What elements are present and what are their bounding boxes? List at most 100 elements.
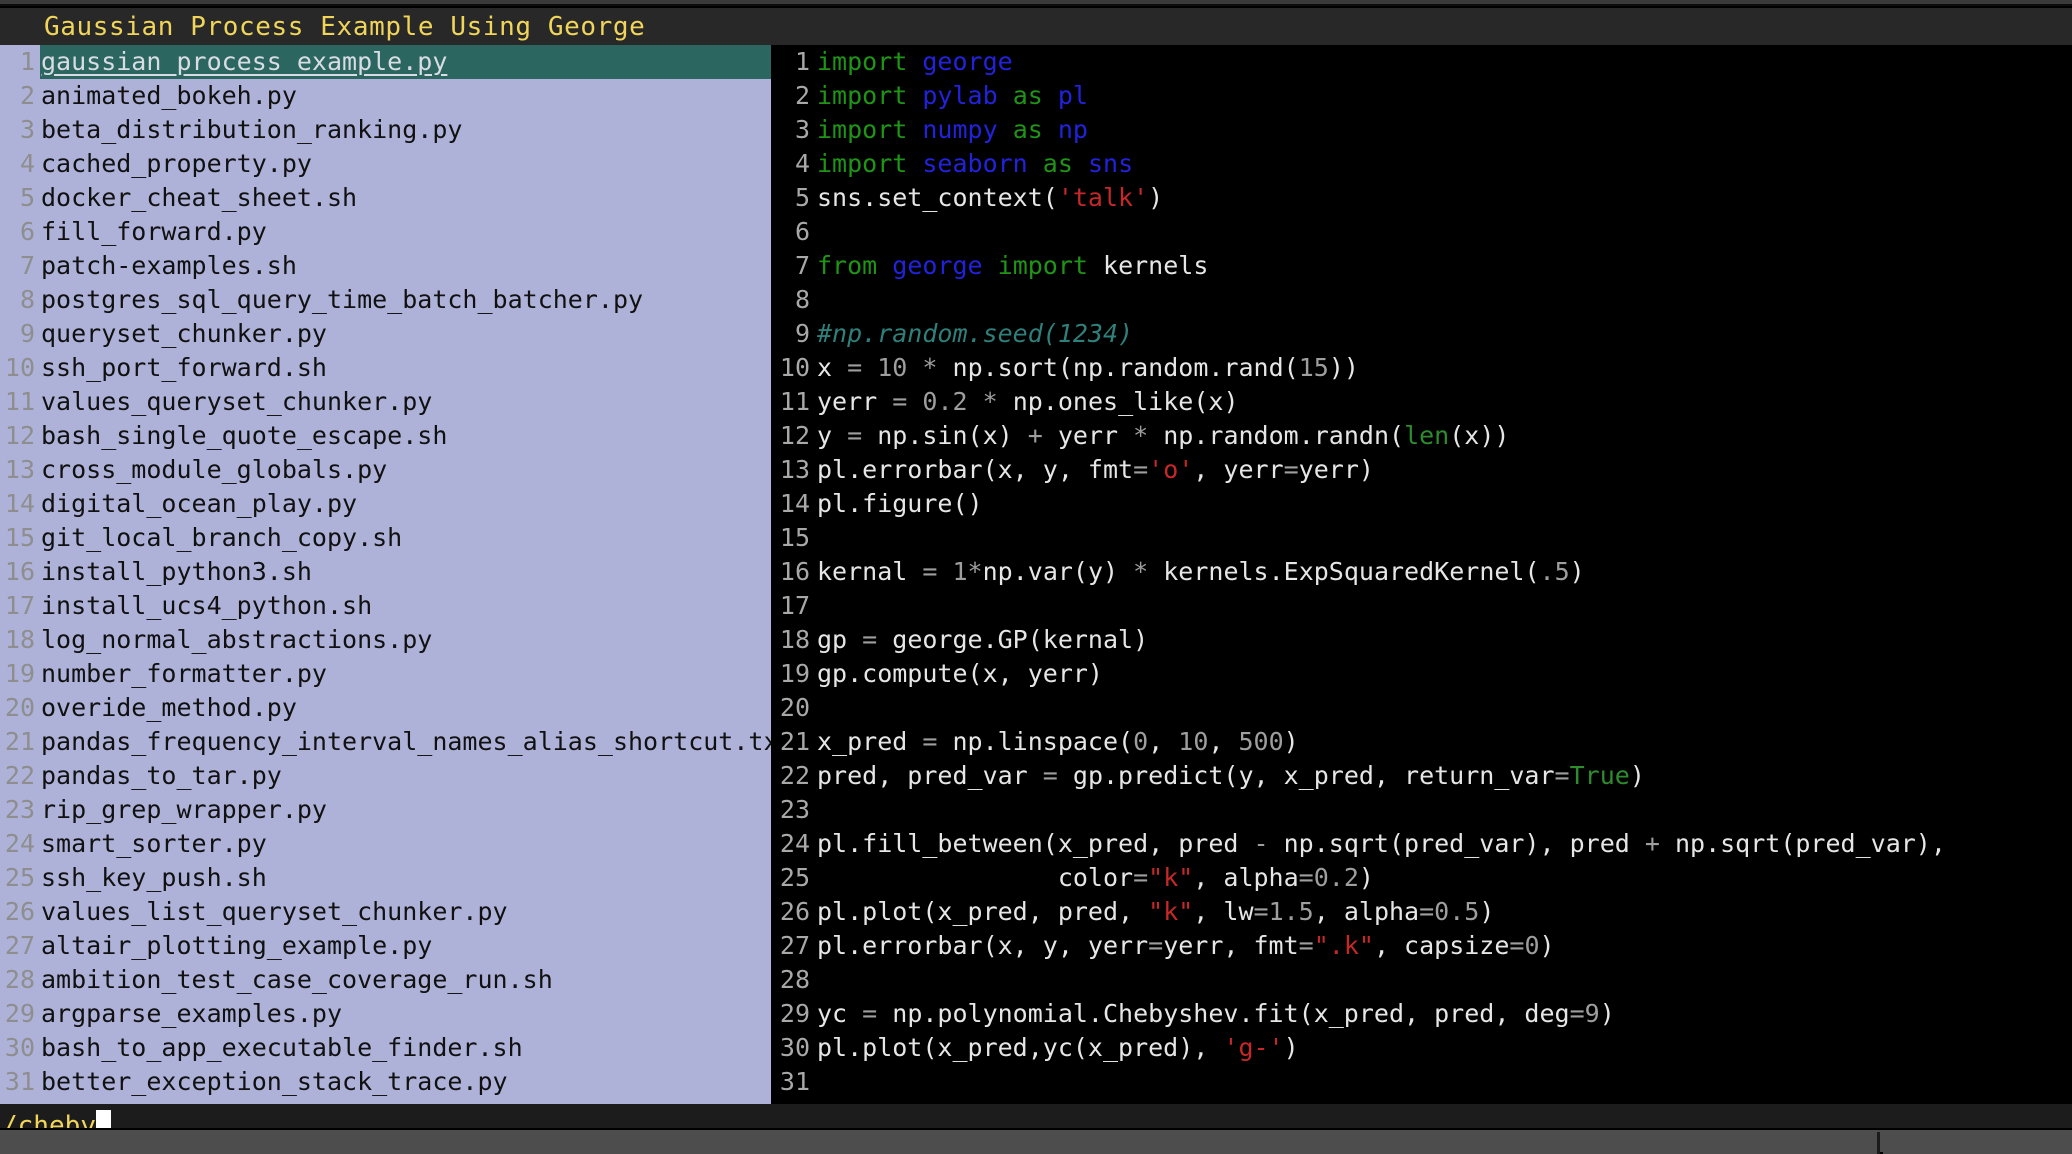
code-line[interactable]: 21x_pred = np.linspace(0, 10, 500) [771,725,2072,759]
code-line-content[interactable]: pl.fill_between(x_pred, pred - np.sqrt(p… [817,827,2072,861]
code-line[interactable]: 28 [771,963,2072,997]
code-line[interactable]: 29yc = np.polynomial.Chebyshev.fit(x_pre… [771,997,2072,1031]
code-line-content[interactable]: import pylab as pl [817,79,2072,113]
code-line-content[interactable]: color="k", alpha=0.2) [817,861,2072,895]
file-list-item[interactable]: 20overide_method.py [0,691,771,725]
file-list-item[interactable]: 14digital_ocean_play.py [0,487,771,521]
file-name[interactable]: bash_single_quote_escape.sh [40,419,771,453]
code-editor-pane[interactable]: 1import george2import pylab as pl3import… [771,45,2072,1104]
code-line[interactable]: 15 [771,521,2072,555]
file-list-item[interactable]: 4cached_property.py [0,147,771,181]
file-list-item[interactable]: 30bash_to_app_executable_finder.sh [0,1031,771,1065]
code-line[interactable]: 27pl.errorbar(x, y, yerr=yerr, fmt=".k",… [771,929,2072,963]
file-name[interactable]: install_python3.sh [40,555,771,589]
code-line-content[interactable]: x_pred = np.linspace(0, 10, 500) [817,725,2072,759]
code-line[interactable]: 20 [771,691,2072,725]
code-line[interactable]: 31 [771,1065,2072,1099]
code-line[interactable]: 3import numpy as np [771,113,2072,147]
file-name[interactable]: ssh_port_forward.sh [40,351,771,385]
file-list-item[interactable]: 15git_local_branch_copy.sh [0,521,771,555]
file-name[interactable]: values_list_queryset_chunker.py [40,895,771,929]
code-line-content[interactable]: gp.compute(x, yerr) [817,657,2072,691]
file-list-item[interactable]: 29argparse_examples.py [0,997,771,1031]
code-line[interactable]: 17 [771,589,2072,623]
file-list-item[interactable]: 18log_normal_abstractions.py [0,623,771,657]
file-list-item[interactable]: 11values_queryset_chunker.py [0,385,771,419]
file-name[interactable]: argparse_examples.py [40,997,771,1031]
file-list-item[interactable]: 16install_python3.sh [0,555,771,589]
code-line-content[interactable]: yc = np.polynomial.Chebyshev.fit(x_pred,… [817,997,2072,1031]
file-name[interactable]: number_formatter.py [40,657,771,691]
file-list-item[interactable]: 6fill_forward.py [0,215,771,249]
code-line[interactable]: 4import seaborn as sns [771,147,2072,181]
code-line-content[interactable]: pl.plot(x_pred,yc(x_pred), 'g-') [817,1031,2072,1065]
file-name[interactable]: better_exception_stack_trace.py [40,1065,771,1099]
code-line[interactable]: 23 [771,793,2072,827]
code-line[interactable]: 24pl.fill_between(x_pred, pred - np.sqrt… [771,827,2072,861]
code-line[interactable]: 8 [771,283,2072,317]
code-line[interactable]: 2import pylab as pl [771,79,2072,113]
file-name[interactable]: queryset_chunker.py [40,317,771,351]
file-name[interactable]: log_normal_abstractions.py [40,623,771,657]
file-name[interactable]: smart_sorter.py [40,827,771,861]
file-list-item[interactable]: 1gaussian_process_example.py [0,45,771,79]
code-line[interactable]: 6 [771,215,2072,249]
file-list-item[interactable]: 19number_formatter.py [0,657,771,691]
code-line[interactable]: 12y = np.sin(x) + yerr * np.random.randn… [771,419,2072,453]
file-list-item[interactable]: 8postgres_sql_query_time_batch_batcher.p… [0,283,771,317]
file-name[interactable]: postgres_sql_query_time_batch_batcher.py [40,283,771,317]
file-list-item[interactable]: 12bash_single_quote_escape.sh [0,419,771,453]
file-name[interactable]: docker_cheat_sheet.sh [40,181,771,215]
file-name[interactable]: fill_forward.py [40,215,771,249]
file-name[interactable]: altair_plotting_example.py [40,929,771,963]
code-line[interactable]: 26pl.plot(x_pred, pred, "k", lw=1.5, alp… [771,895,2072,929]
code-line-content[interactable]: x = 10 * np.sort(np.random.rand(15)) [817,351,2072,385]
code-line-content[interactable]: yerr = 0.2 * np.ones_like(x) [817,385,2072,419]
file-name[interactable]: cross_module_globals.py [40,453,771,487]
file-name[interactable]: ambition_test_case_coverage_run.sh [40,963,771,997]
file-name[interactable]: install_ucs4_python.sh [40,589,771,623]
code-line[interactable]: 13pl.errorbar(x, y, fmt='o', yerr=yerr) [771,453,2072,487]
file-name[interactable]: beta_distribution_ranking.py [40,113,771,147]
code-line-content[interactable]: pl.errorbar(x, y, fmt='o', yerr=yerr) [817,453,2072,487]
code-line-content[interactable]: #np.random.seed(1234) [817,317,2072,351]
code-line[interactable]: 9#np.random.seed(1234) [771,317,2072,351]
code-line[interactable]: 19gp.compute(x, yerr) [771,657,2072,691]
code-line-content[interactable]: import seaborn as sns [817,147,2072,181]
file-list-item[interactable]: 24smart_sorter.py [0,827,771,861]
file-name[interactable]: values_queryset_chunker.py [40,385,771,419]
code-line-content[interactable]: kernal = 1*np.var(y) * kernels.ExpSquare… [817,555,2072,589]
file-list-item[interactable]: 17install_ucs4_python.sh [0,589,771,623]
file-list-item[interactable]: 23rip_grep_wrapper.py [0,793,771,827]
file-list-item[interactable]: 31better_exception_stack_trace.py [0,1065,771,1099]
code-line[interactable]: 16kernal = 1*np.var(y) * kernels.ExpSqua… [771,555,2072,589]
file-name[interactable]: pandas_to_tar.py [40,759,771,793]
code-line[interactable]: 30pl.plot(x_pred,yc(x_pred), 'g-') [771,1031,2072,1065]
code-line[interactable]: 25 color="k", alpha=0.2) [771,861,2072,895]
code-line-content[interactable]: pred, pred_var = gp.predict(y, x_pred, r… [817,759,2072,793]
code-line-content[interactable]: pl.errorbar(x, y, yerr=yerr, fmt=".k", c… [817,929,2072,963]
file-list-item[interactable]: 25ssh_key_push.sh [0,861,771,895]
file-list-item[interactable]: 22pandas_to_tar.py [0,759,771,793]
code-line[interactable]: 7from george import kernels [771,249,2072,283]
file-list-item[interactable]: 3beta_distribution_ranking.py [0,113,771,147]
file-name[interactable]: overide_method.py [40,691,771,725]
code-line-content[interactable]: pl.figure() [817,487,2072,521]
file-list-item[interactable]: 28ambition_test_case_coverage_run.sh [0,963,771,997]
code-line[interactable]: 10x = 10 * np.sort(np.random.rand(15)) [771,351,2072,385]
code-line-content[interactable]: gp = george.GP(kernal) [817,623,2072,657]
file-name[interactable]: gaussian_process_example.py [40,45,771,79]
code-line[interactable]: 11yerr = 0.2 * np.ones_like(x) [771,385,2072,419]
file-list-item[interactable]: 21pandas_frequency_interval_names_alias_… [0,725,771,759]
file-list-item[interactable]: 7patch-examples.sh [0,249,771,283]
file-name[interactable]: cached_property.py [40,147,771,181]
code-line[interactable]: 14pl.figure() [771,487,2072,521]
code-line-content[interactable]: sns.set_context('talk') [817,181,2072,215]
file-list-pane[interactable]: 1gaussian_process_example.py2animated_bo… [0,45,771,1104]
code-line[interactable]: 1import george [771,45,2072,79]
file-name[interactable]: bash_to_app_executable_finder.sh [40,1031,771,1065]
code-line-content[interactable]: pl.plot(x_pred, pred, "k", lw=1.5, alpha… [817,895,2072,929]
file-name[interactable]: pandas_frequency_interval_names_alias_sh… [40,725,771,759]
file-list-item[interactable]: 27altair_plotting_example.py [0,929,771,963]
file-list-item[interactable]: 26values_list_queryset_chunker.py [0,895,771,929]
